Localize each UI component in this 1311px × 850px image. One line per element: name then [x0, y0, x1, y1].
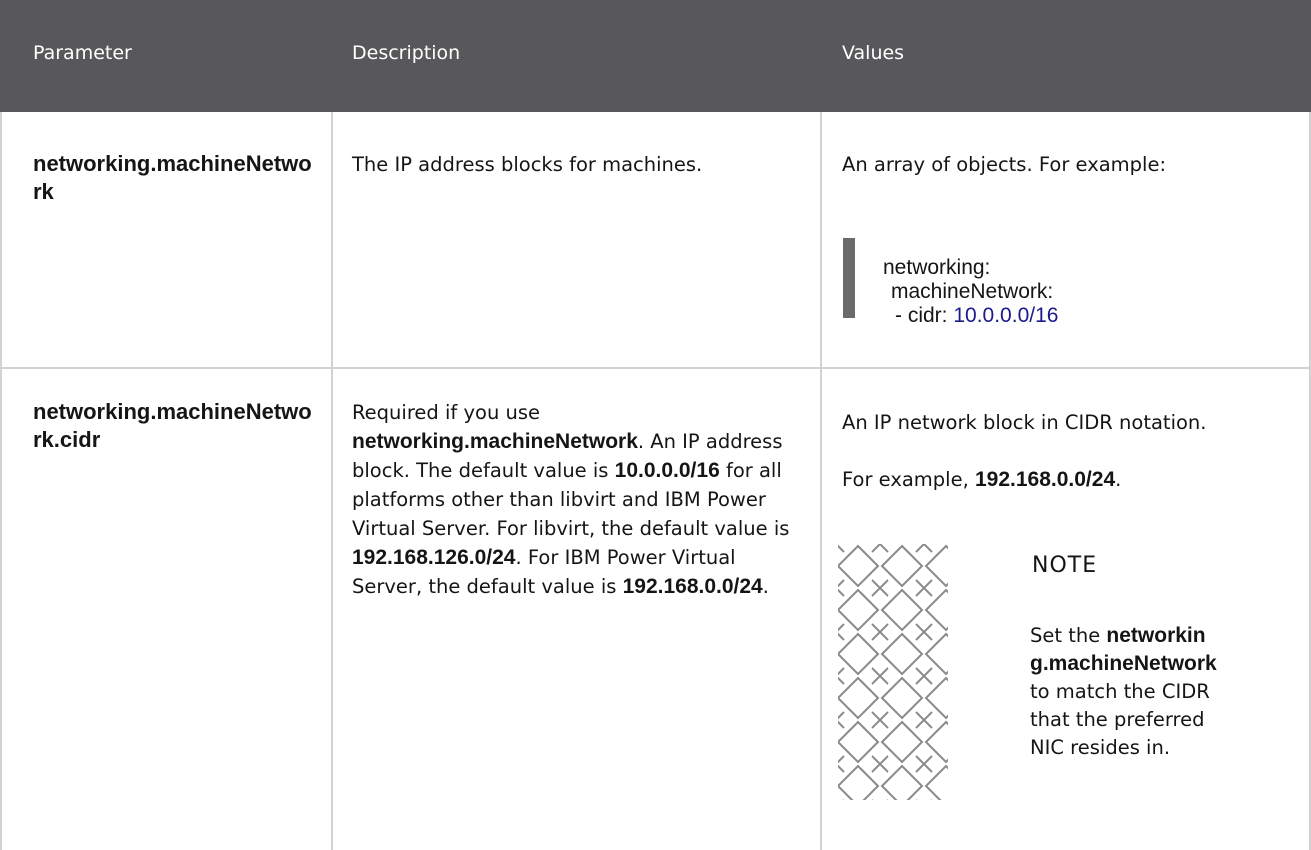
row-divider	[0, 367, 1311, 369]
code-line-3-prefix: - cidr:	[895, 304, 954, 327]
code-line-1: networking:	[883, 256, 991, 279]
row2-example-suffix: .	[1115, 468, 1122, 491]
code-cidr-value: 10.0.0.0/16	[953, 304, 1059, 327]
grid-line	[0, 112, 2, 850]
row2-example-prefix: For example,	[842, 468, 975, 491]
row2-desc-text-1: Required if you use	[352, 401, 541, 424]
header-parameter: Parameter	[33, 42, 132, 64]
row2-example: For example, 192.168.0.0/24.	[842, 465, 1121, 494]
row2-values-text: An IP network block in CIDR notation.	[842, 411, 1207, 434]
code-line-2: machineNetwork:	[891, 280, 1054, 303]
row2-desc-bold-2: 10.0.0.0/16	[614, 459, 720, 482]
note-title: NOTE	[1032, 553, 1098, 578]
row1-values-text: An array of objects. For example:	[842, 153, 1167, 176]
row1-parameter: networking.machineNetwork	[33, 151, 312, 204]
row1-description: The IP address blocks for machines.	[352, 153, 703, 176]
header-description: Description	[352, 42, 461, 64]
row2-desc-bold-1: networking.machineNetwork	[352, 430, 638, 453]
parameter-table: Parameter Description Values networking.…	[0, 0, 1311, 850]
code-block: networking: machineNetwork: - cidr: 10.0.0…	[843, 238, 1283, 327]
code-line-3: - cidr: 10.0.0.0/16	[883, 304, 1058, 328]
header-values: Values	[842, 42, 905, 64]
note-body: Set the networking.machineNetwork to mat…	[1030, 622, 1220, 762]
row2-example-value: 192.168.0.0/24	[975, 468, 1116, 491]
row2-desc-bold-3: 192.168.126.0/24	[352, 546, 516, 569]
row2-description: Required if you use networking.machineNe…	[352, 398, 792, 601]
note-pattern-icon	[838, 544, 948, 800]
code-block-bar	[843, 238, 855, 318]
row2-parameter: networking.machineNetwork.cidr	[33, 399, 312, 452]
note-text-1: Set the	[1030, 624, 1107, 647]
code-listing: networking: machineNetwork: - cidr: 10.0.0…	[883, 216, 1058, 328]
grid-line	[331, 112, 333, 850]
row2-desc-bold-4: 192.168.0.0/24	[622, 575, 763, 598]
grid-line	[820, 112, 822, 850]
row2-desc-text-5: .	[762, 575, 769, 598]
note-text-2: to match the CIDR that the preferred NIC…	[1030, 680, 1210, 759]
table-header: Parameter Description Values	[0, 0, 1311, 112]
